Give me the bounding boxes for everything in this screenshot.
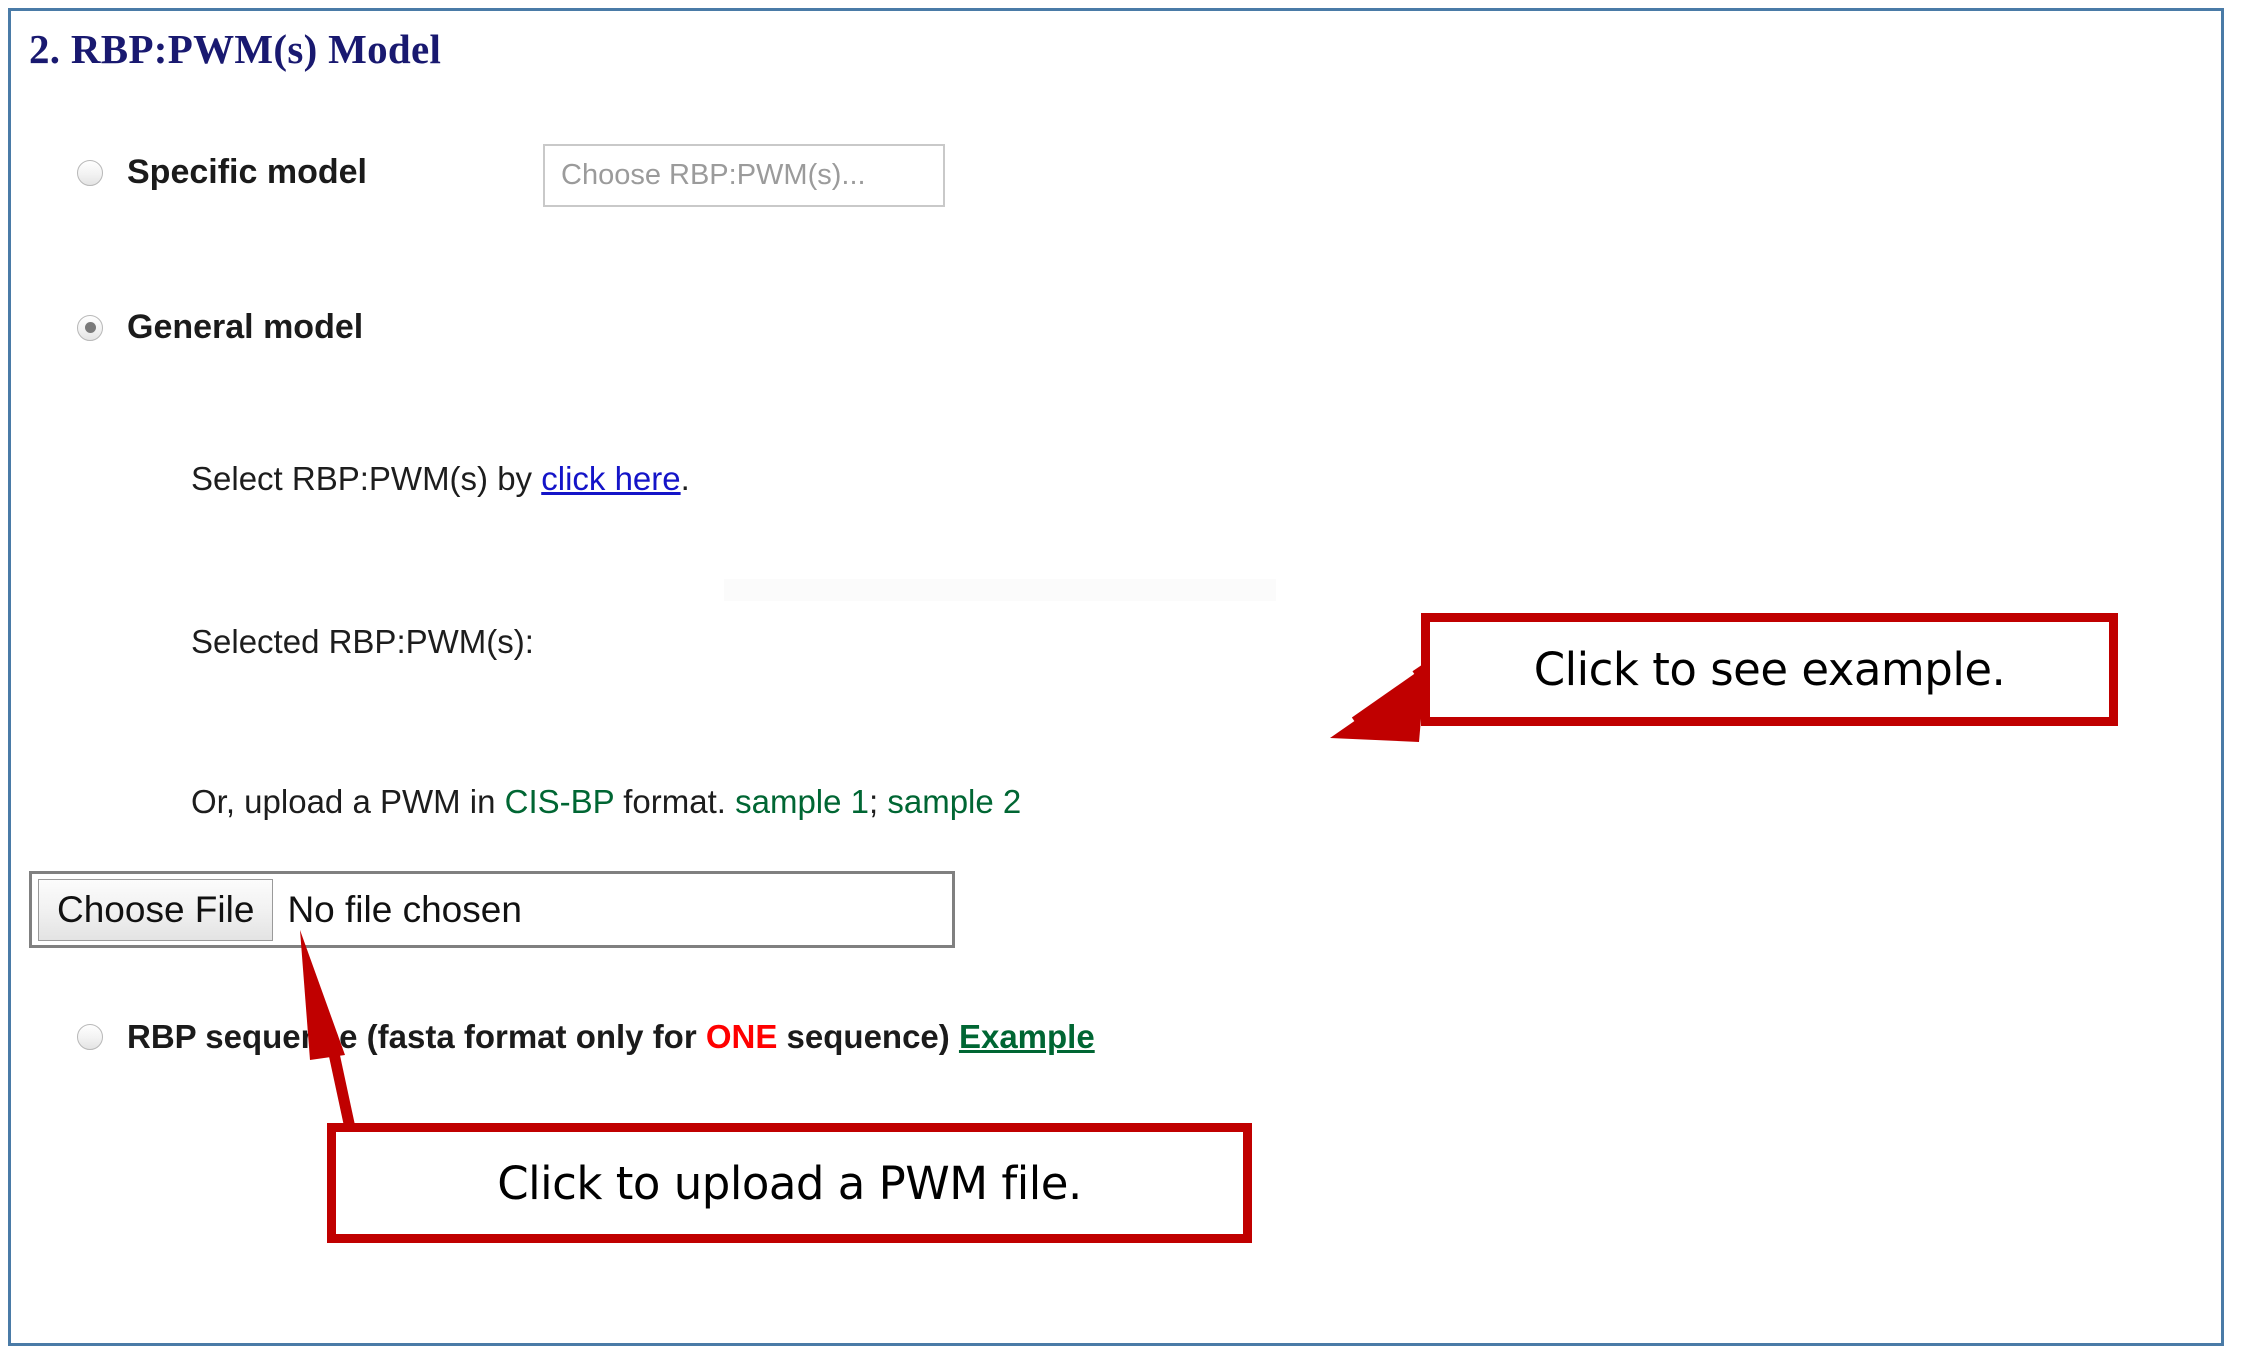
select-instruction-suffix: . — [680, 460, 690, 497]
sample-1-link[interactable]: sample 1 — [735, 783, 869, 820]
selected-rbp-pwm-label: Selected RBP:PWM(s): — [191, 623, 534, 661]
click-here-link[interactable]: click here — [541, 460, 680, 497]
choose-file-button[interactable]: Choose File — [38, 878, 274, 941]
sample-2-link[interactable]: sample 2 — [887, 783, 1021, 820]
select-rbp-pwm-placeholder: Choose RBP:PWM(s)... — [561, 159, 866, 191]
rbp-sequence-emphasis-one: ONE — [705, 1018, 778, 1055]
select-rbp-pwm-instruction: Select RBP:PWM(s) by click here. — [191, 460, 690, 498]
radio-general-model[interactable] — [77, 314, 103, 341]
upload-pwm-instruction: Or, upload a PWM in CIS-BP format. sampl… — [191, 783, 1021, 821]
callout-see-example-text: Click to see example. — [1533, 643, 2006, 696]
pwm-file-upload-input[interactable]: Choose File No file chosen — [29, 871, 955, 948]
file-chosen-status: No file chosen — [287, 888, 522, 930]
selected-rbp-pwm-text: Selected RBP:PWM(s): — [191, 623, 534, 660]
label-specific-model: Specific model — [127, 153, 367, 191]
label-general-model: General model — [127, 308, 364, 346]
page-title: 2. RBP:PWM(s) Model — [29, 26, 442, 72]
select-rbp-pwm-dropdown[interactable]: Choose RBP:PWM(s)... — [543, 144, 945, 207]
rbp-sequence-text-part1: RBP sequence (fasta format only for — [127, 1018, 706, 1055]
select-instruction-prefix: Select RBP:PWM(s) by — [191, 460, 542, 497]
cis-bp-format-link[interactable]: CIS-BP — [505, 783, 614, 820]
upload-instruction-mid: format. — [614, 783, 736, 820]
radio-rbp-sequence[interactable] — [77, 1024, 103, 1050]
callout-upload-pwm: Click to upload a PWM file. — [327, 1123, 1252, 1243]
label-rbp-sequence: RBP sequence (fasta format only for ONE … — [127, 1018, 1095, 1056]
option-row-general-model[interactable]: General model — [77, 308, 363, 347]
callout-see-example: Click to see example. — [1421, 613, 2118, 726]
upload-instruction-prefix: Or, upload a PWM in — [191, 783, 505, 820]
rbp-sequence-text-part2: sequence) — [777, 1018, 959, 1055]
rbp-sequence-example-link[interactable]: Example — [959, 1018, 1095, 1055]
option-row-rbp-sequence[interactable]: RBP sequence (fasta format only for ONE … — [77, 1018, 1095, 1056]
callout-upload-pwm-text: Click to upload a PWM file. — [497, 1156, 1082, 1210]
selected-pwm-listbox[interactable] — [724, 579, 1276, 601]
radio-specific-model[interactable] — [77, 159, 103, 186]
option-row-specific-model[interactable]: Specific model — [77, 153, 367, 192]
sample-separator: ; — [869, 783, 888, 820]
